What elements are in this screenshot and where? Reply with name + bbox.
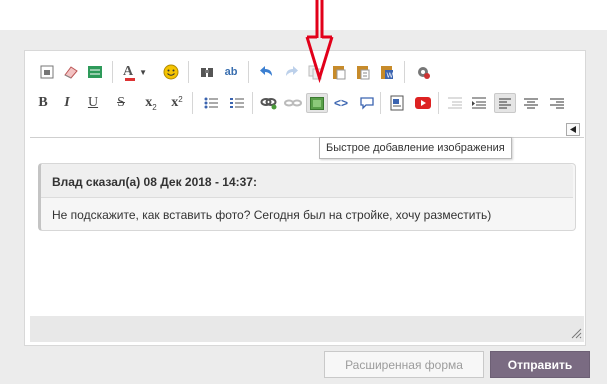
toolbar-row-2: B I U S x2 x2 <>: [30, 90, 580, 116]
outdent-icon[interactable]: [444, 93, 466, 113]
send-button[interactable]: Отправить: [490, 351, 590, 378]
numbered-list-icon[interactable]: [226, 93, 248, 113]
undo-icon[interactable]: [256, 62, 278, 82]
red-arrow-annotation: [305, 0, 334, 84]
bulleted-list-icon[interactable]: [200, 93, 222, 113]
subscript-button[interactable]: x2: [140, 93, 162, 113]
underline-button[interactable]: U: [82, 93, 104, 113]
editor-status-bar: [30, 316, 584, 342]
superscript-button[interactable]: x2: [166, 93, 188, 113]
indent-icon[interactable]: [468, 93, 490, 113]
paste-text-icon[interactable]: [352, 62, 374, 82]
italic-button[interactable]: I: [56, 93, 78, 113]
paste-as-text-icon[interactable]: [36, 62, 58, 82]
svg-text:W: W: [387, 73, 394, 80]
align-left-icon[interactable]: [494, 93, 516, 113]
link-icon[interactable]: [258, 93, 280, 113]
source-icon[interactable]: [84, 62, 106, 82]
quote-author: Влад сказал(а) 08 Дек 2018 - 14:37:: [52, 175, 257, 189]
quote-block: Влад сказал(а) 08 Дек 2018 - 14:37: Не п…: [38, 163, 576, 231]
resize-handle-icon[interactable]: [570, 327, 582, 339]
media-icon[interactable]: [386, 93, 408, 113]
align-right-icon[interactable]: [546, 93, 568, 113]
font-color-icon[interactable]: A ▼: [120, 62, 150, 82]
quote-text: Не подскажите, как вставить фото? Сегодн…: [52, 208, 492, 222]
triangle-left-icon: [570, 126, 576, 133]
advanced-form-button[interactable]: Расширенная форма: [324, 351, 484, 378]
settings-icon[interactable]: [412, 62, 434, 82]
quote-icon[interactable]: [356, 93, 378, 113]
redo-icon[interactable]: [280, 62, 302, 82]
unlink-icon[interactable]: [282, 93, 304, 113]
align-center-icon[interactable]: [520, 93, 542, 113]
youtube-icon[interactable]: [412, 93, 434, 113]
binoculars-icon[interactable]: [196, 62, 218, 82]
quote-header: Влад сказал(а) 08 Дек 2018 - 14:37:: [41, 164, 573, 198]
smiley-icon[interactable]: [160, 62, 182, 82]
quick-image-button[interactable]: [306, 93, 328, 113]
paste-word-icon[interactable]: W: [376, 62, 398, 82]
collapse-toolbar-button[interactable]: [566, 123, 580, 136]
code-icon[interactable]: <>: [330, 93, 352, 113]
strikethrough-button[interactable]: S: [110, 93, 132, 113]
spellcheck-icon[interactable]: ab: [220, 62, 242, 82]
tooltip: Быстрое добавление изображения: [319, 137, 512, 159]
bold-button[interactable]: B: [32, 93, 54, 113]
eraser-icon[interactable]: [60, 62, 82, 82]
